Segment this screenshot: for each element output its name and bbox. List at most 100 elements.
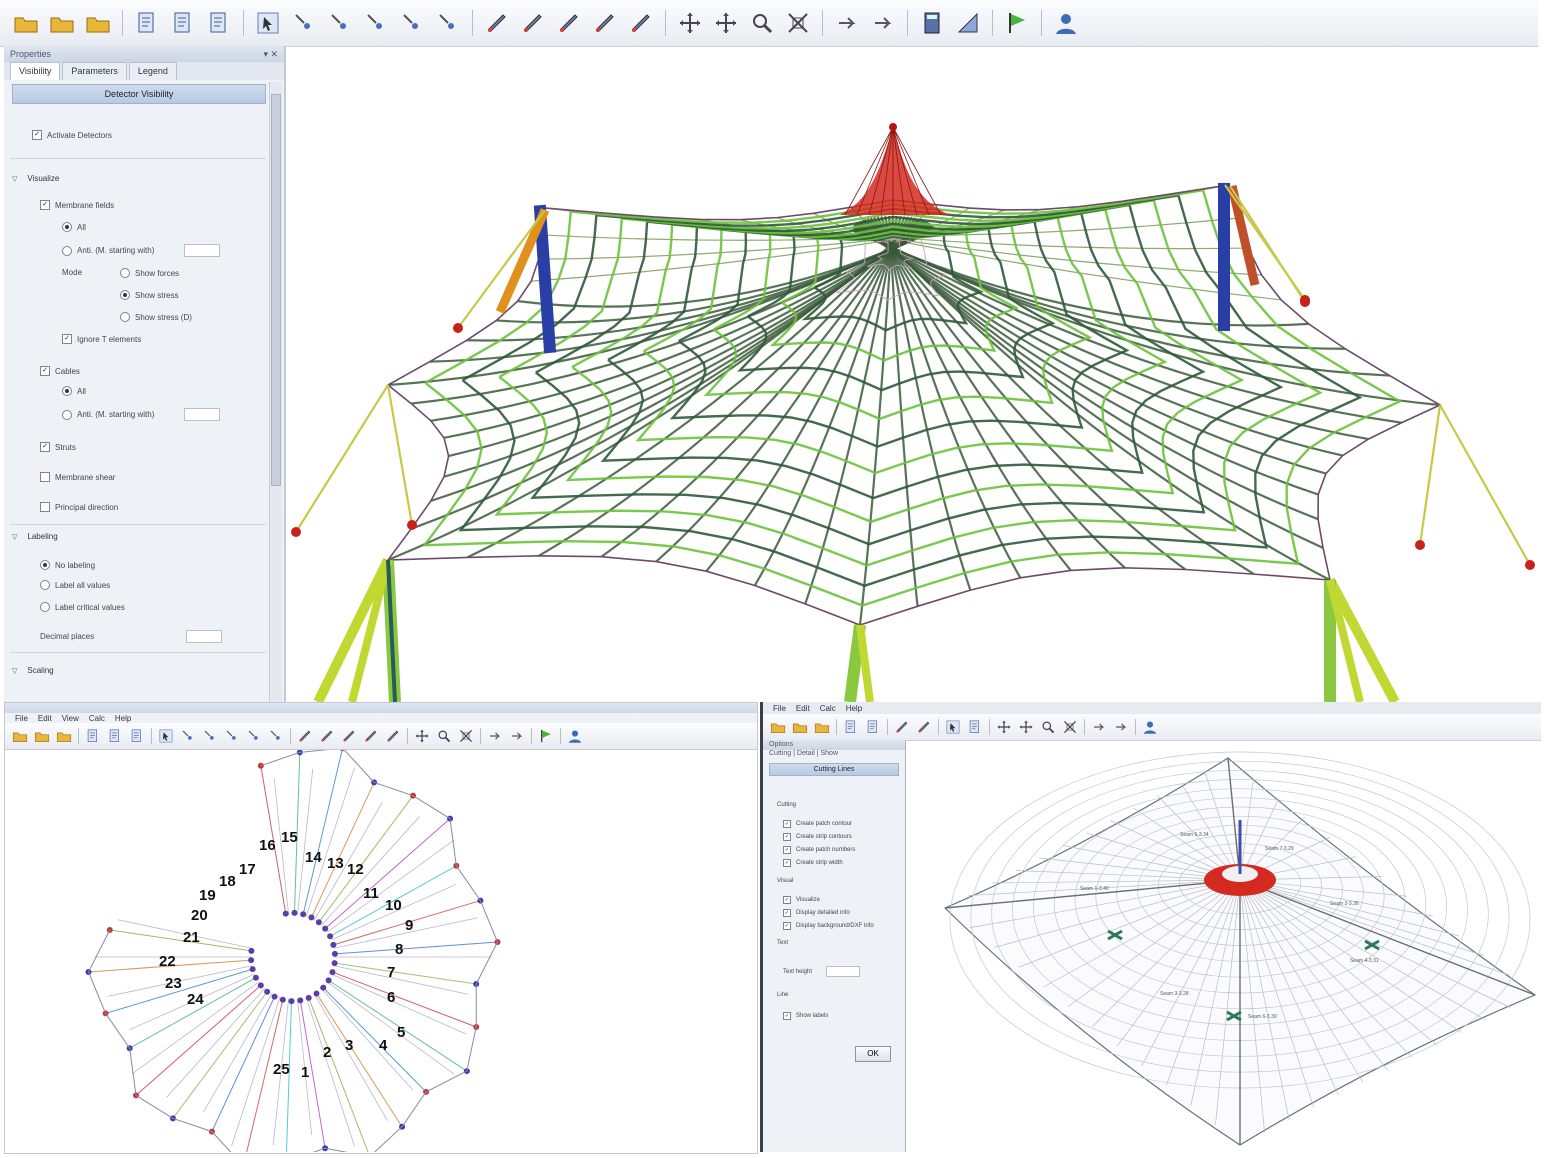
pen-icon[interactable] <box>318 727 336 745</box>
section-visualize[interactable]: ▽ Visualize <box>12 174 59 183</box>
flag-icon[interactable] <box>537 727 555 745</box>
struts-row[interactable]: ✓ Struts <box>40 442 76 452</box>
pen-icon[interactable] <box>590 8 620 38</box>
node-icon[interactable] <box>361 8 391 38</box>
strip-layout-view[interactable]: 12 3 4567891011121314151617181920212223242… <box>5 750 755 1152</box>
option-row[interactable]: ✓ Create strip contours <box>783 833 852 841</box>
node-icon[interactable] <box>245 727 263 745</box>
panel-close-icon[interactable]: ▾ ✕ <box>263 46 284 62</box>
tab-parameters[interactable]: Parameters <box>62 62 127 80</box>
panel-tabs[interactable]: Cutting | Detail | Show <box>763 750 905 760</box>
open-folder-icon[interactable] <box>83 8 113 38</box>
cutting-lines-header[interactable]: Cutting Lines <box>769 763 899 776</box>
panel-scrollbar[interactable] <box>269 82 282 702</box>
fit-icon[interactable] <box>783 8 813 38</box>
option-checkbox[interactable]: ✓ <box>783 909 791 917</box>
activate-detectors-row[interactable]: ✓ Activate Detectors <box>32 130 112 140</box>
arrow-icon[interactable] <box>1090 718 1108 736</box>
fit-icon[interactable] <box>1061 718 1079 736</box>
principal-checkbox[interactable] <box>40 502 50 512</box>
pen-icon[interactable] <box>554 8 584 38</box>
membrane-shear-row[interactable]: Membrane shear <box>40 472 115 482</box>
open-folder-icon[interactable] <box>11 8 41 38</box>
option-checkbox[interactable]: ✓ <box>783 896 791 904</box>
flag-icon[interactable] <box>1002 8 1032 38</box>
show-forces-radio[interactable] <box>120 268 130 278</box>
label-critical-row[interactable]: Label critical values <box>40 602 125 612</box>
cutting-3d-view[interactable]: Seam 1-3.40 Seam 2-3.36 Seam 3-3.28 Seam 4-… <box>905 740 1541 1152</box>
text-height-input[interactable] <box>826 966 861 977</box>
doc-icon[interactable] <box>84 727 102 745</box>
option-row[interactable]: ✓ Create patch contour <box>783 820 852 828</box>
pen-icon[interactable] <box>384 727 402 745</box>
show-stress-radio[interactable] <box>120 290 130 300</box>
detector-visibility-header[interactable]: Detector Visibility <box>12 84 266 104</box>
move-icon[interactable] <box>413 727 431 745</box>
doc-icon[interactable] <box>106 727 124 745</box>
doc-icon[interactable] <box>204 8 234 38</box>
user-icon[interactable] <box>1051 8 1081 38</box>
open-folder-icon[interactable] <box>33 727 51 745</box>
menu-item-calc[interactable]: Calc <box>89 714 105 723</box>
scrollbar-thumb[interactable] <box>271 94 281 486</box>
arrow-icon[interactable] <box>832 8 862 38</box>
node-icon[interactable] <box>433 8 463 38</box>
show-stress-row[interactable]: Show stress <box>120 290 179 300</box>
zoom-icon[interactable] <box>1039 718 1057 736</box>
open-folder-icon[interactable] <box>791 718 809 736</box>
option-checkbox[interactable]: ✓ <box>783 846 791 854</box>
node-icon[interactable] <box>397 8 427 38</box>
cables-value-radio[interactable] <box>62 409 72 420</box>
cables-spinner[interactable] <box>184 408 221 421</box>
value-spinner[interactable] <box>184 244 221 257</box>
option-checkbox[interactable]: ✓ <box>783 833 791 841</box>
move-icon[interactable] <box>675 8 705 38</box>
move-icon[interactable] <box>995 718 1013 736</box>
arrow-icon[interactable] <box>868 8 898 38</box>
menu-item-calc[interactable]: Calc <box>820 704 836 713</box>
menu-item-view[interactable]: View <box>62 714 79 723</box>
menu-item-file[interactable]: File <box>773 704 786 713</box>
pen-icon[interactable] <box>362 727 380 745</box>
menu-item-help[interactable]: Help <box>846 704 862 713</box>
select-icon[interactable] <box>253 8 283 38</box>
node-icon[interactable] <box>179 727 197 745</box>
no-labeling-row[interactable]: No labeling <box>40 560 95 570</box>
option-row[interactable]: ✓ Create patch numbers <box>783 846 855 854</box>
pen-icon[interactable] <box>340 727 358 745</box>
arrow-icon[interactable] <box>508 727 526 745</box>
node-icon[interactable] <box>325 8 355 38</box>
menu-item-file[interactable]: File <box>15 714 28 723</box>
label-all-radio[interactable] <box>40 580 50 590</box>
cables-checkbox[interactable]: ✓ <box>40 366 50 376</box>
pen-icon[interactable] <box>915 718 933 736</box>
cables-all-radio[interactable] <box>62 386 72 396</box>
user-icon[interactable] <box>566 727 584 745</box>
calc-icon[interactable] <box>917 8 947 38</box>
with-value-radio[interactable] <box>62 245 72 256</box>
membrane-checkbox[interactable]: ✓ <box>40 200 50 210</box>
node-icon[interactable] <box>267 727 285 745</box>
doc-icon[interactable] <box>842 718 860 736</box>
pen-icon[interactable] <box>518 8 548 38</box>
section-labeling[interactable]: ▽ Labeling <box>12 532 58 541</box>
node-icon[interactable] <box>223 727 241 745</box>
all-radio[interactable] <box>62 222 72 232</box>
move-icon[interactable] <box>1017 718 1035 736</box>
pen-icon[interactable] <box>626 8 656 38</box>
option-checkbox[interactable]: ✓ <box>783 922 791 930</box>
move-icon[interactable] <box>711 8 741 38</box>
node-icon[interactable] <box>201 727 219 745</box>
show-forces-row[interactable]: Show forces <box>120 268 179 278</box>
open-folder-icon[interactable] <box>55 727 73 745</box>
chart-icon[interactable] <box>953 8 983 38</box>
tab-visibility[interactable]: Visibility <box>10 62 61 80</box>
membrane-3d-viewport[interactable] <box>286 46 1538 702</box>
struts-checkbox[interactable]: ✓ <box>40 442 50 452</box>
option-checkbox[interactable]: ✓ <box>783 859 791 867</box>
principal-row[interactable]: Principal direction <box>40 502 118 512</box>
with-value-radio-row[interactable]: Anti. (M. starting with) <box>62 244 221 257</box>
all-radio-row[interactable]: All <box>62 222 86 232</box>
menu-item-help[interactable]: Help <box>115 714 131 723</box>
ok-button[interactable]: OK <box>855 1046 891 1062</box>
